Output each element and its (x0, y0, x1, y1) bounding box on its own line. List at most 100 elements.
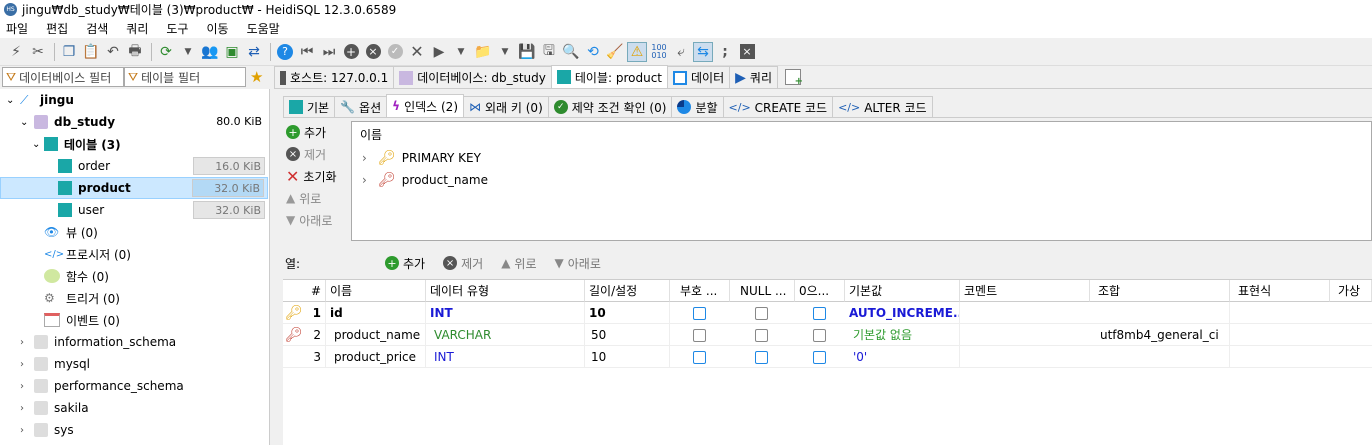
column-down-button[interactable]: ▼ 아래로 (555, 255, 601, 272)
transfer-icon[interactable]: ⇄ (244, 42, 264, 62)
tree-database-other[interactable]: › information_schema (0, 331, 268, 353)
tree-database-other[interactable]: › sakila (0, 397, 268, 419)
grid-header[interactable]: 가상 (1330, 280, 1372, 302)
refresh-icon[interactable]: ⟳ (156, 42, 176, 62)
save-icon[interactable]: 💾 (517, 42, 537, 62)
grid-header[interactable]: 데이터 유형 (426, 280, 585, 302)
tree-database-other[interactable]: › performance_schema (0, 375, 268, 397)
grid-header[interactable]: 부호 ... (670, 280, 730, 302)
zerofill-checkbox[interactable] (813, 329, 826, 342)
tab-create-code[interactable]: </> CREATE 코드 (722, 96, 834, 117)
null-checkbox[interactable] (755, 329, 768, 342)
grid-header[interactable]: # (283, 280, 326, 302)
column-remove-button[interactable]: × 제거 (443, 255, 483, 272)
tree-database-other[interactable]: › mysql (0, 353, 268, 375)
cell-collation[interactable]: utf8mb4_general_ci (1090, 324, 1230, 346)
connect-icon[interactable]: ⚡ (6, 42, 26, 62)
cell-collation[interactable] (1090, 346, 1230, 368)
menu-help[interactable]: 도움말 (247, 20, 280, 37)
sync-icon[interactable]: ⇆ (693, 41, 713, 62)
dropdown-icon[interactable]: ▼ (178, 42, 198, 62)
tab-host[interactable]: 호스트: 127.0.0.1 (274, 66, 395, 88)
first-icon[interactable]: ⏮ (297, 42, 317, 62)
cell-default[interactable]: 기본값 없음 (845, 324, 960, 346)
clean-icon[interactable]: 🧹 (605, 42, 625, 62)
zerofill-checkbox[interactable] (813, 307, 826, 320)
export-icon[interactable]: ▣ (222, 42, 242, 62)
run-icon[interactable]: ▶ (429, 42, 449, 62)
grid-header[interactable]: 기본값 (845, 280, 960, 302)
undo-icon[interactable]: ↶ (103, 42, 123, 62)
cell-type[interactable]: INT (426, 302, 585, 324)
cell-type[interactable]: INT (426, 346, 585, 368)
tab-options[interactable]: 🔧 옵션 (334, 96, 388, 117)
tree-table-product[interactable]: product 32.0 KiB (0, 177, 268, 199)
zerofill-checkbox[interactable] (813, 351, 826, 364)
null-checkbox[interactable] (755, 351, 768, 364)
cell-length[interactable]: 10 (585, 302, 670, 324)
unsigned-checkbox[interactable] (693, 351, 706, 364)
index-down-button[interactable]: ▼ 아래로 (286, 209, 348, 231)
save-as-icon[interactable]: 🖫 (539, 42, 559, 62)
tree-server[interactable]: ⌄ ⟋ jingu (0, 89, 268, 111)
print-icon[interactable]: 🖶 (125, 42, 145, 62)
dropdown-icon[interactable]: ▼ (495, 42, 515, 62)
index-item-unique[interactable]: › 🔑︎ product_name (362, 170, 488, 190)
tab-query[interactable]: ▶ 쿼리 (729, 66, 778, 88)
tree-database[interactable]: ⌄ db_study 80.0 KiB (0, 111, 268, 133)
wrap-icon[interactable]: ⤶ (671, 42, 691, 62)
database-filter-input[interactable]: ⛛ 데이터베이스 필터 (2, 67, 124, 87)
cell-length[interactable]: 50 (585, 324, 670, 346)
menu-query[interactable]: 쿼리 (126, 20, 148, 37)
remove-icon[interactable]: × (363, 42, 383, 62)
table-row[interactable]: 3 product_price INT 10 '0' (283, 346, 1372, 368)
tree-functions[interactable]: 함수 (0) (0, 265, 268, 287)
cell-name[interactable]: product_price (326, 346, 426, 368)
tree-table-user[interactable]: user 32.0 KiB (0, 199, 268, 221)
grid-header[interactable]: 0으... (795, 280, 845, 302)
last-icon[interactable]: ⏭ (319, 42, 339, 62)
add-icon[interactable]: + (341, 42, 361, 62)
grid-header[interactable]: 길이/설정 (585, 280, 670, 302)
cell-default[interactable]: AUTO_INCREME... (845, 302, 960, 324)
table-row[interactable]: 🔑︎ 1 id INT 10 AUTO_INCREME... (283, 302, 1372, 324)
binary-icon[interactable]: 100 010 (649, 42, 669, 62)
cell-collation[interactable] (1090, 302, 1230, 324)
cell-length[interactable]: 10 (585, 346, 670, 368)
tab-data[interactable]: 데이터 (667, 66, 731, 88)
help-icon[interactable]: ? (275, 42, 295, 62)
post-icon[interactable]: ✓ (385, 42, 405, 62)
paste-icon[interactable]: 📋 (81, 42, 101, 62)
tab-table[interactable]: 테이블: product (550, 65, 668, 88)
tab-indexes[interactable]: ϟ 인덱스 (2) (386, 94, 464, 117)
star-icon[interactable]: ★ (250, 68, 263, 86)
copy-icon[interactable]: ❐ (59, 42, 79, 62)
grid-header[interactable]: NULL ... (730, 280, 795, 302)
cell-default[interactable]: '0' (845, 346, 960, 368)
unsigned-checkbox[interactable] (693, 307, 706, 320)
grid-header[interactable]: 코멘트 (960, 280, 1090, 302)
tab-basic[interactable]: 기본 (283, 96, 336, 117)
grid-header[interactable]: 표현식 (1230, 280, 1330, 302)
menu-edit[interactable]: 편집 (46, 20, 68, 37)
tab-alter-code[interactable]: </> ALTER 코드 (832, 96, 933, 117)
unsigned-checkbox[interactable] (693, 329, 706, 342)
warning-icon[interactable]: ⚠ (627, 41, 647, 62)
user-manager-icon[interactable]: 👥 (200, 42, 220, 62)
tab-foreign-keys[interactable]: ⋈ 외래 키 (0) (463, 96, 549, 117)
menu-tools[interactable]: 도구 (166, 20, 188, 37)
index-up-button[interactable]: ▲ 위로 (286, 187, 348, 209)
grid-header[interactable]: 조합 (1090, 280, 1230, 302)
menu-search[interactable]: 검색 (86, 20, 108, 37)
column-up-button[interactable]: ▲ 위로 (501, 255, 536, 272)
tab-check-constraints[interactable]: ✓ 제약 조건 확인 (0) (547, 96, 673, 117)
menu-file[interactable]: 파일 (6, 20, 28, 37)
new-query-tab-icon[interactable]: + (785, 69, 803, 87)
tree-database-other[interactable]: › sys (0, 419, 268, 441)
index-add-button[interactable]: + 추가 (286, 121, 348, 143)
folder-icon[interactable]: 📁 (473, 42, 493, 62)
tree-tables-group[interactable]: ⌄ 테이블 (3) (0, 133, 268, 155)
cancel-icon[interactable]: ✕ (407, 42, 427, 62)
find-icon[interactable]: 🔍 (561, 42, 581, 62)
semicolon-icon[interactable]: ; (715, 42, 735, 62)
